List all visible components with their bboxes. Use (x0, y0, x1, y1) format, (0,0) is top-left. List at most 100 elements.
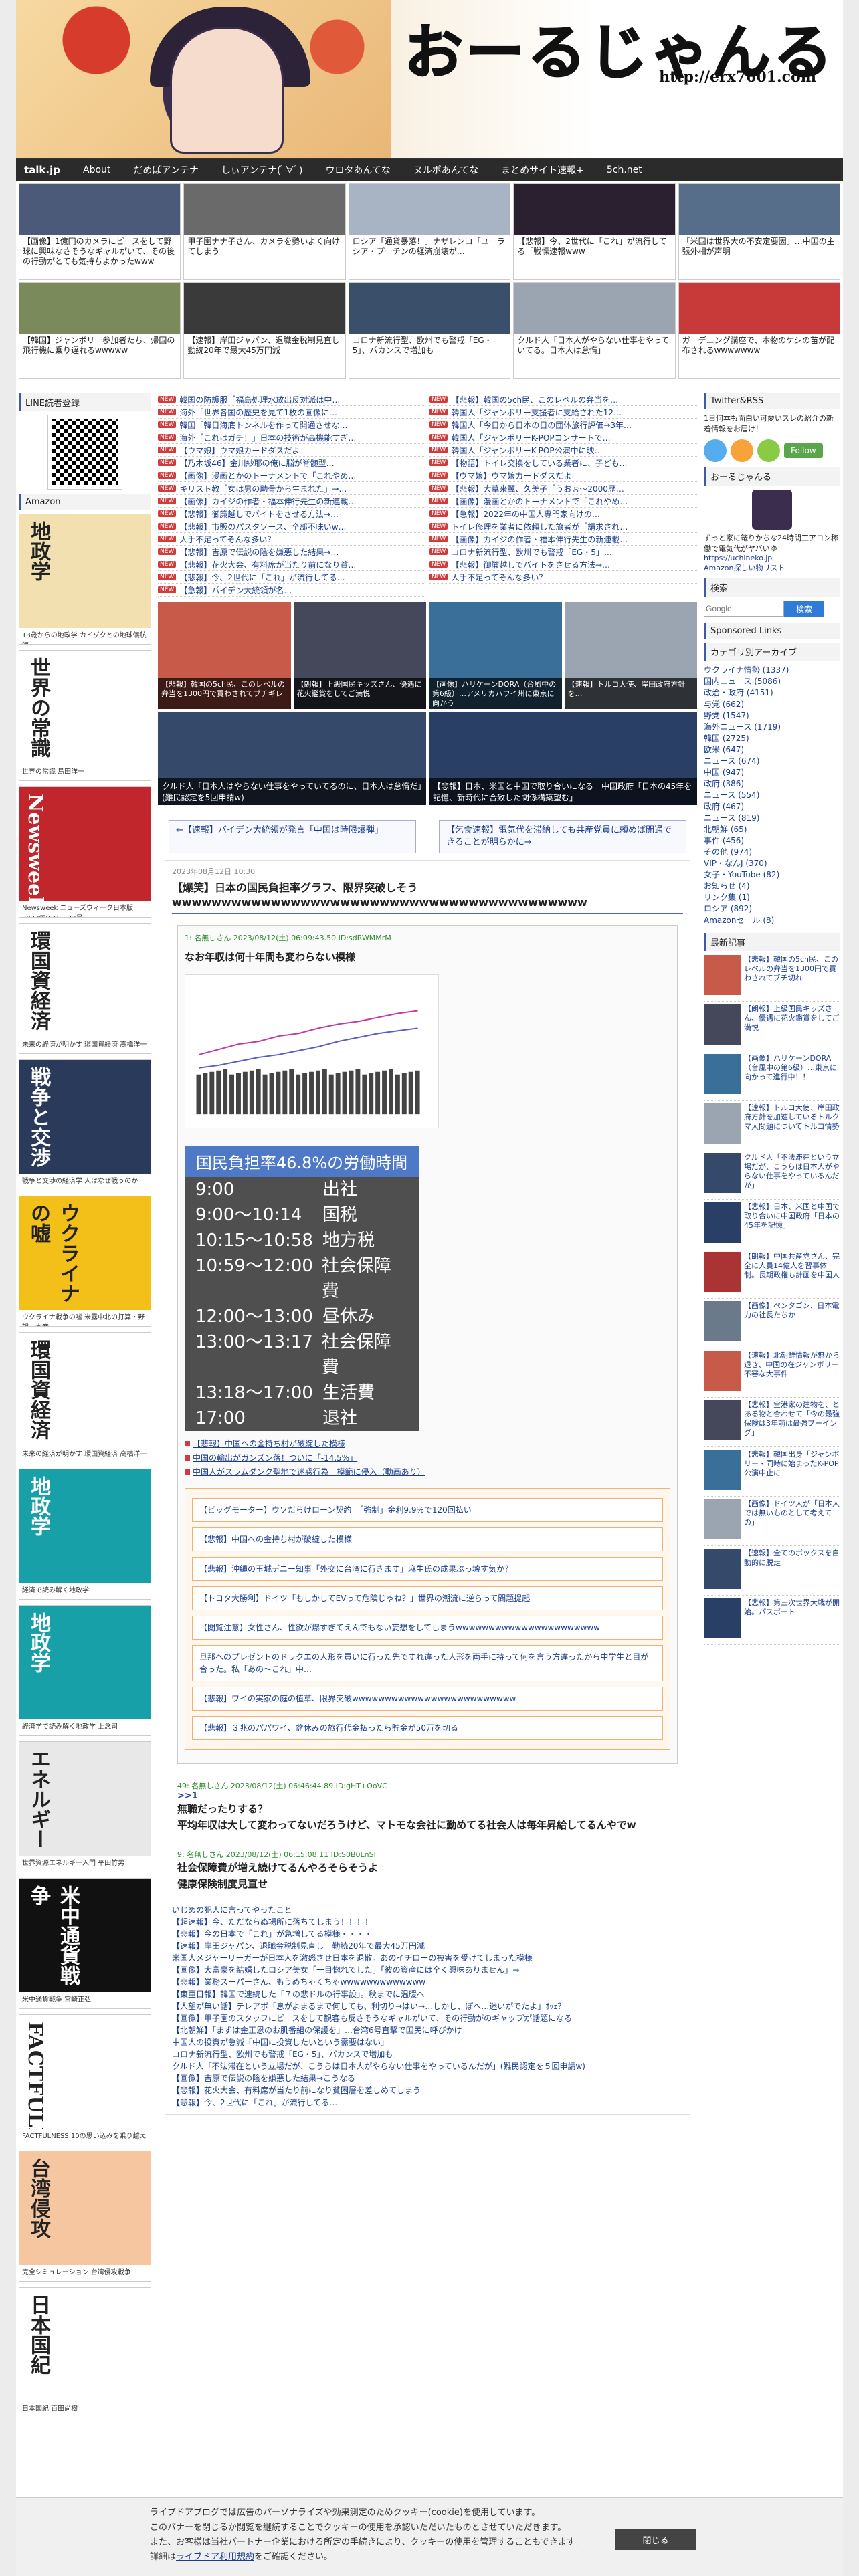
nav-link[interactable]: ウロタあんてな (326, 163, 391, 177)
antenna-link[interactable]: 【ウマ娘】ウマ娘カードダスだよ (179, 445, 300, 456)
more-article-link[interactable]: 【東亜日報】韓国で連続した「７の悲ドルの行事設」。秋までに温暖へ (172, 1988, 683, 2000)
amazon-book[interactable]: NewsweekNewsweek ニューズウィーク日本版 2023年8/15・2… (19, 786, 151, 918)
related-article-link[interactable]: 【悲報】沖縄の玉城デニー知事「外交に台湾に行きます」麻生氏の成果ぶっ壊す気か？ (192, 1557, 663, 1581)
nav-link[interactable]: 5ch.net (607, 165, 642, 175)
antenna-list-item[interactable]: NEW トイレ修理を業者に依頼した旅者が「請求され… (430, 520, 697, 533)
amazon-book[interactable]: エネルギー 世界資源エネルギー入門 平田竹男 (19, 1741, 151, 1872)
top-thumbnail[interactable]: クルド人「日本人がやらない仕事をやっていてる。日本人は怠惰」 (513, 282, 676, 379)
recent-post[interactable]: 【速報】北朝鮮情報が無から退き、中国の在ジャンボリー不審な大事件 (704, 1351, 840, 1398)
top-thumbnail[interactable]: 甲子園ナナ子さん、カメラを勢いよく向けてしまう (183, 183, 346, 280)
antenna-list-item[interactable]: NEW 【画像】漫画とかのトーナメントで「これやめ… (158, 469, 425, 482)
antenna-list-item[interactable]: NEW 【悲報】御簾越しでバイトをさせる方法→… (158, 508, 425, 520)
antenna-list-item[interactable]: NEW 【ウマ娘】ウマ娘カードダスだよ (158, 444, 425, 457)
antenna-list-item[interactable]: NEW 【悲報】吉原で伝説の陰を嫌悪した結果→… (158, 546, 425, 558)
antenna-list-item[interactable]: NEW 韓国「韓日海底トンネルを作って開通させな… (158, 419, 425, 431)
burden-rate-chart-image[interactable] (185, 974, 439, 1128)
antenna-link[interactable]: 韓国「韓日海底トンネルを作って開通させな… (179, 419, 347, 431)
top-thumbnail[interactable]: 【韓国】ジャンボリー参加者たち、帰国の飛行機に乗り遅れるwwwww (19, 282, 181, 379)
featured-thumbnail[interactable]: 【悲報】韓国の5ch民、このレベルの弁当を1300円で買わされてブチギレ (158, 602, 291, 709)
antenna-list-item[interactable]: NEW 【画像】カイジの作者・福本伸行先生の新連載… (158, 495, 425, 508)
prev-article-link[interactable]: ←【速報】バイデン大統領が発言「中国は時限爆弾」 (169, 820, 416, 853)
antenna-list-item[interactable]: NEW 【急報】パイデン大統領が名… (158, 584, 425, 597)
inline-link[interactable]: 中国の輸出がガンズン落！ついに「-14.5%」 (193, 1453, 357, 1463)
category-link[interactable]: ニュース (554) (704, 790, 759, 800)
antenna-list-item[interactable]: NEW 【悲報】御簾越しでバイトをさせる方法→… (430, 558, 697, 571)
line-qr-code[interactable] (47, 415, 122, 490)
inline-link[interactable]: 【悲報】中国への金持ち村が破綻した模様 (193, 1439, 345, 1448)
antenna-link[interactable]: 【悲報】市販のパスタソース、全部不味いw… (179, 521, 346, 532)
category-link[interactable]: その他 (974) (704, 847, 752, 857)
antenna-list-item[interactable]: NEW キリスト教「女は男の助骨から生まれた」→… (158, 482, 425, 495)
recent-post[interactable]: 【悲報】韓国出身「ジャンボリー・同時に始まったK-POP公演中止に (704, 1450, 840, 1497)
related-article-link[interactable]: 旦那へのプレゼントのドラクエの人形を買いに行った先ですれ違った人形を両手に持って… (192, 1645, 663, 1681)
antenna-link[interactable]: 人手不足ってそんな多い？ (179, 534, 275, 545)
antenna-list-item[interactable]: NEW 韓国人「ジャンボリー支援者に支給された12… (430, 406, 697, 419)
antenna-link[interactable]: 【乃木坂46】金川紗耶の俺に脳が脊髄型… (179, 457, 334, 469)
antenna-link[interactable]: 【急報】パイデン大統領が名… (179, 584, 292, 596)
antenna-list-item[interactable]: NEW 海外「世界各国の歴史を見て1枚の画像に… (158, 406, 425, 419)
more-article-link[interactable]: 【速報】岸田ジャパン、退職金税制見直し 勤続20年で最大45万円減 (172, 1940, 683, 1952)
antenna-list-item[interactable]: NEW コロナ新流行型、欧州でも警戒「EG・5」… (430, 546, 697, 558)
more-article-link[interactable]: 【画像】吉原で伝説の陰を嫌悪した結果→こうなる (172, 2072, 683, 2084)
antenna-link[interactable]: 韓国の防護服「福島処理水放出反対派は中… (179, 394, 340, 405)
amazon-book[interactable]: 地政学 13歳からの地政学 カイゾクとの地球儀航海 (19, 514, 151, 645)
category-link[interactable]: リンク集 (1) (704, 893, 750, 902)
amazon-book[interactable]: 米中通貨戦争 米中通貨戦争 宮崎正弘 (19, 1878, 151, 2009)
antenna-link[interactable]: 韓国人「今日から日本の日の団体旅行評価→3年… (451, 419, 632, 431)
antenna-link[interactable]: 【悲報】韓国の5ch民、このレベルの弁当を… (451, 394, 618, 405)
antenna-link[interactable]: コロナ新流行型、欧州でも警戒「EG・5」… (451, 546, 612, 558)
category-link[interactable]: ウクライナ情勢 (1337) (704, 665, 789, 675)
antenna-link[interactable]: キリスト教「女は男の助骨から生まれた」→… (179, 483, 347, 494)
recent-post[interactable]: 【速報】トルコ大使、岸田政府方針を加速しているトルクマ人問題についてトルコ情勢 (704, 1103, 840, 1150)
category-link[interactable]: 与党 (662) (704, 700, 744, 709)
amazon-book[interactable]: 世界の常識 世界の常識 島田洋一 (19, 650, 151, 781)
twitter-icon[interactable] (704, 439, 727, 462)
rss-icon[interactable] (731, 439, 753, 462)
nav-link[interactable]: About (83, 165, 110, 175)
category-link[interactable]: 政府 (386) (704, 779, 744, 788)
antenna-link[interactable]: 海外「世界各国の歴史を見て1枚の画像に… (179, 407, 337, 418)
category-link[interactable]: 政府 (467) (704, 802, 744, 811)
more-article-link[interactable]: 【北朝鮮】「まずは金正恩のお肌番組の保護を」…台湾6号直撃で国民に呼びかけ (172, 2024, 683, 2036)
top-thumbnail[interactable]: ガーデニング講座で、本物のケシの苗が配布されるwwwwwww (678, 282, 840, 379)
site-url[interactable]: http://erx7601.com (659, 68, 816, 86)
recent-post[interactable]: 【画像】ドイツ人が「日本人では無いものとして考えての」 (704, 1499, 840, 1546)
amazon-book[interactable]: 環国資経済 未来の経済が明かす 環国資経済 高橋洋一 (19, 1332, 151, 1463)
antenna-link[interactable]: 【悲報】花火大会、有料席が当たり前になり貧… (179, 559, 356, 570)
recent-post[interactable]: 【悲報】空港家の建物を、とある物と合わせて「今の最強保険は3年前は最強ブーイング… (704, 1400, 840, 1447)
category-link[interactable]: ニュース (819) (704, 813, 759, 823)
amazon-book[interactable]: 日本国紀 日本国紀 百田尚樹 (19, 2287, 151, 2418)
nav-link[interactable]: talk.jp (24, 164, 60, 176)
antenna-list-item[interactable]: NEW 海外「これはガチ！」日本の技術が高機能すぎ… (158, 431, 425, 444)
related-article-link[interactable]: 【悲報】ワイの実家の庭の植草、限界突破wwwwwwwwwwwwwwwwwwwww… (192, 1687, 663, 1711)
antenna-link[interactable]: トイレ修理を業者に依頼した旅者が「請求され… (451, 521, 628, 532)
antenna-link[interactable]: 韓国人「ジャンボリーK-POP公演中に映… (451, 445, 602, 456)
top-thumbnail[interactable]: 「米国は世界大の不安定要因」…中国の主張外相が声明 (678, 183, 840, 280)
antenna-link[interactable]: 【画像】カイジの作者・福本伸行先生の新連載… (451, 534, 628, 545)
feedly-icon[interactable] (757, 439, 780, 462)
category-link[interactable]: VIP・なんJ (370) (704, 859, 767, 868)
category-link[interactable]: 女子・YouTube (82) (704, 870, 779, 879)
category-link[interactable]: 事件 (456) (704, 836, 744, 845)
antenna-link[interactable]: 韓国人「ジャンボリー支援者に支給された12… (451, 407, 622, 418)
antenna-list-item[interactable]: NEW 【ウマ娘】ウマ娘カードダスだよ (430, 469, 697, 482)
antenna-list-item[interactable]: NEW 【物語】トイレ交換をしている業者に、子ども… (430, 457, 697, 469)
more-article-link[interactable]: 【人望が無い話】テレアポ「息がよまるまで何しても、利切り→はい→…しかし、ぽへ…… (172, 2000, 683, 2012)
antenna-list-item[interactable]: NEW 【悲報】今、2世代に「これ」が流行してる… (158, 571, 425, 584)
recent-post[interactable]: 【悲報】日本、米国と中国で取り合いに中国政府「日本の45年を記憶」 (704, 1202, 840, 1249)
antenna-link[interactable]: 人手不足ってそんな多い？ (451, 572, 547, 583)
antenna-link[interactable]: 海外「これはガチ！」日本の技術が高機能すぎ… (179, 432, 356, 443)
category-link[interactable]: Amazonセール (8) (704, 916, 774, 925)
antenna-link[interactable]: 【画像】漫画とかのトーナメントで「これやめ… (179, 470, 356, 481)
profile-amazon-link[interactable]: Amazon探しい物リスト (704, 562, 840, 573)
featured-thumbnail[interactable]: 【悲報】日本、米国と中国で取り合いになる 中国政府「日本の45年を記憶、新時代に… (429, 712, 697, 805)
recent-post[interactable]: 【悲報】第三次世界大戦が開始。パスポート (704, 1598, 840, 1645)
related-article-link[interactable]: 【閲覧注意】女性さん、性欲が爆すぎてえんでもない妄想をしてしまうwwwwwwww… (192, 1616, 663, 1640)
featured-thumbnail[interactable]: クルド人「日本人はやらない仕事をやっていてるのに、日本人は怠惰だ」(難民認定を5… (158, 712, 426, 805)
antenna-list-item[interactable]: NEW 【急報】2022年の中国人専門家向けの… (430, 508, 697, 520)
top-thumbnail[interactable]: 【画像】1億円のカメラにピースをして野球に興味なさそうなギャルがいて、その後の行… (19, 183, 181, 280)
antenna-list-item[interactable]: NEW 人手不足ってそんな多い？ (430, 571, 697, 584)
category-link[interactable]: お知らせ (4) (704, 881, 750, 891)
featured-thumbnail[interactable]: 【画像】ハリケーンDORA（台風中の第6級）…アメリカハワイ州に東京に向かう (429, 602, 562, 709)
more-article-link[interactable]: 米国人メジャーリーガーが日本人を激怒させ日本を退散。あのイチローの被害を受けてし… (172, 1952, 683, 1964)
